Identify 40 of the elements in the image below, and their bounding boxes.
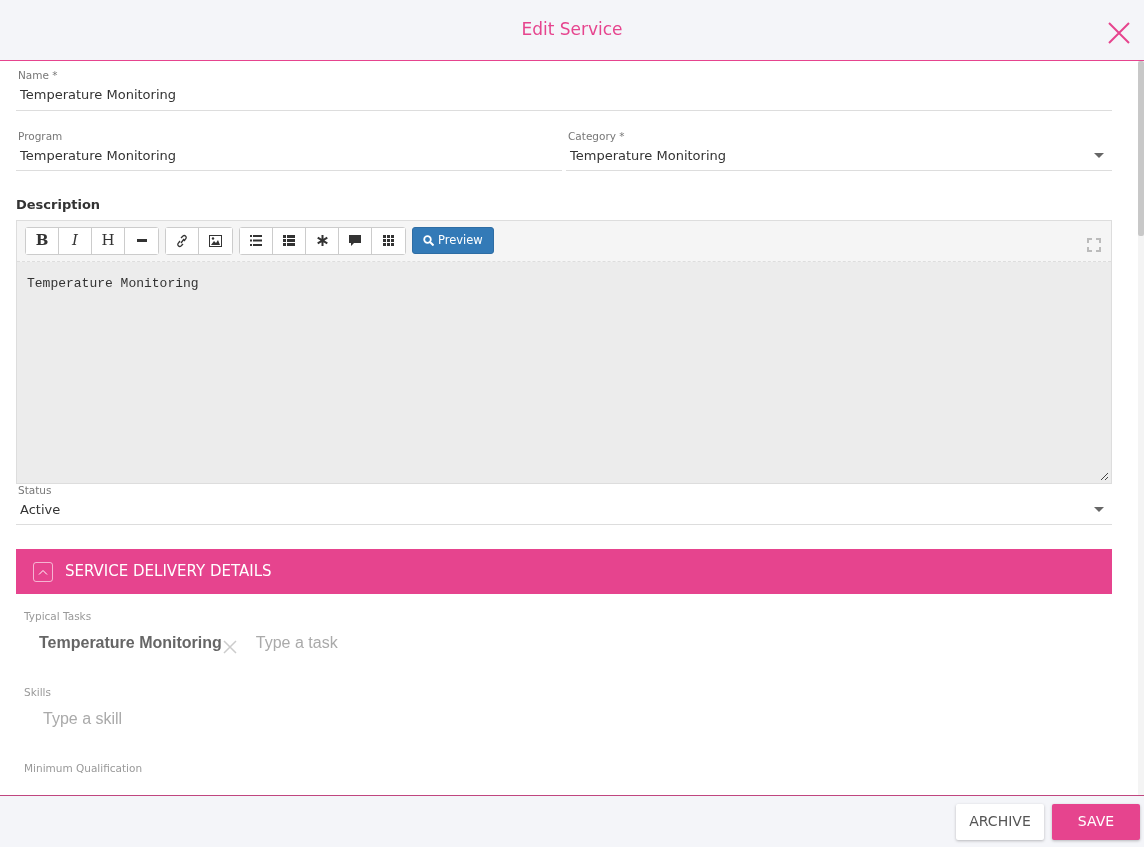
dialog-title: Edit Service: [521, 18, 623, 42]
list-icon: [283, 235, 295, 246]
search-icon: [423, 235, 434, 246]
field-label: Program: [18, 129, 64, 143]
task-tag: Temperature Monitoring: [39, 630, 222, 655]
field-value: Temperature Monitoring: [570, 146, 726, 165]
editor-text[interactable]: Temperature Monitoring: [17, 261, 1111, 483]
link-icon: [176, 233, 188, 248]
bold-button[interactable]: B: [26, 227, 59, 254]
speech-bubble-icon: [349, 234, 361, 247]
status-select[interactable]: Active: [16, 496, 1112, 525]
field-label: Name *: [18, 69, 59, 82]
section-label: Description: [16, 196, 102, 214]
field-label: Typical Tasks: [24, 609, 93, 624]
caret-icon: [1094, 506, 1104, 512]
preview-button[interactable]: Preview: [412, 227, 494, 254]
program-input[interactable]: Temperature Monitoring: [16, 142, 562, 171]
archive-button[interactable]: ARCHIVE: [956, 803, 1044, 840]
category-select[interactable]: Temperature Monitoring: [566, 142, 1112, 171]
asterisk-icon: [316, 235, 328, 246]
save-button[interactable]: SAVE: [1052, 803, 1140, 840]
collapse-toggle[interactable]: [33, 561, 53, 582]
scrollbar[interactable]: [1138, 61, 1144, 795]
close-icon[interactable]: [1108, 20, 1130, 42]
field-label: Category *: [568, 129, 626, 143]
field-value: Active: [20, 500, 61, 519]
section-title: SERVICE DELIVERY DETAILS: [65, 561, 272, 583]
image-icon: [209, 234, 222, 247]
field-label: Minimum Qualification: [24, 760, 144, 776]
field-label: Skills: [24, 684, 52, 700]
bullet-list-button[interactable]: [240, 227, 273, 254]
field-label: Status: [18, 483, 53, 497]
caret-icon: [1094, 152, 1104, 158]
grid-icon: [383, 235, 394, 246]
chevron-icon: [38, 568, 48, 575]
link-button[interactable]: [166, 227, 199, 254]
name-input[interactable]: Temperature Monitoring: [16, 82, 1112, 111]
resize-grip-icon[interactable]: [1100, 471, 1109, 481]
list-icon: [250, 235, 262, 246]
dash-icon: [136, 239, 147, 242]
